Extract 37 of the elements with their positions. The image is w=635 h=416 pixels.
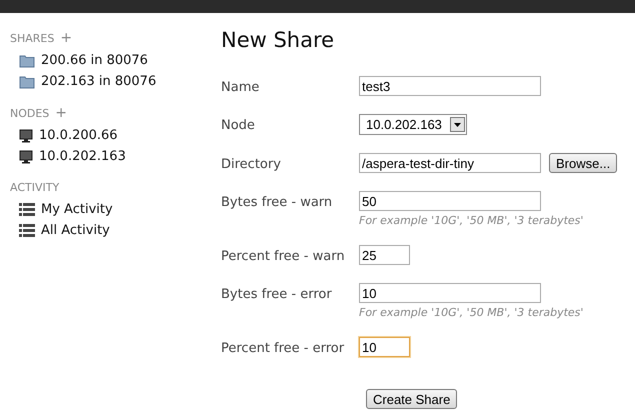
add-icon[interactable]: + (60, 31, 72, 45)
folder-icon (19, 54, 35, 68)
browse-button[interactable]: Browse... (549, 153, 618, 173)
list-icon (19, 203, 35, 216)
field-label: Percent free - warn (221, 248, 346, 265)
input-field[interactable]: 10 (359, 283, 541, 303)
sidebar-item[interactable]: 10.0.200.66 (10, 125, 221, 146)
input-field[interactable]: 10 (359, 337, 410, 357)
monitor-icon (19, 150, 33, 164)
input-field[interactable]: 50 (359, 191, 541, 211)
sidebar-item[interactable]: All Activity (10, 220, 221, 241)
field-label: Bytes free - warn (221, 194, 334, 212)
folder-icon (19, 74, 35, 88)
node-dropdown[interactable]: 10.0.202.163 (359, 114, 467, 135)
input-field[interactable]: test3 (359, 76, 541, 96)
section-heading: SHARES (10, 32, 54, 44)
input-field[interactable]: /aspera-test-dir-tiny (359, 153, 541, 173)
field-label: Node (221, 117, 256, 135)
input-field[interactable]: 25 (359, 245, 410, 265)
sidebar-item[interactable]: 10.0.202.163 (10, 146, 221, 167)
add-icon[interactable]: + (55, 106, 68, 120)
monitor-icon (19, 128, 33, 142)
section-heading: ACTIVITY (10, 181, 60, 194)
create-share-button[interactable]: Create Share (366, 389, 458, 409)
sidebar-item[interactable]: 200.66 in 80076 (10, 50, 221, 71)
sidebar-item[interactable]: 202.163 in 80076 (10, 71, 221, 92)
hint-text: For example '10G', '50 MB', '3 terabytes' (359, 214, 584, 227)
sidebar-item[interactable]: My Activity (10, 199, 221, 220)
field-label: Bytes free - error (221, 286, 333, 304)
field-label: Percent free - error (221, 340, 346, 357)
section-heading: NODES (10, 106, 50, 120)
list-icon (19, 224, 35, 237)
field-label: Directory (221, 156, 282, 173)
page-title: New Share (221, 28, 336, 52)
caret-icon[interactable] (450, 117, 465, 132)
hint-text: For example '10G', '50 MB', '3 terabytes' (359, 306, 584, 319)
field-label: Name (221, 79, 260, 96)
